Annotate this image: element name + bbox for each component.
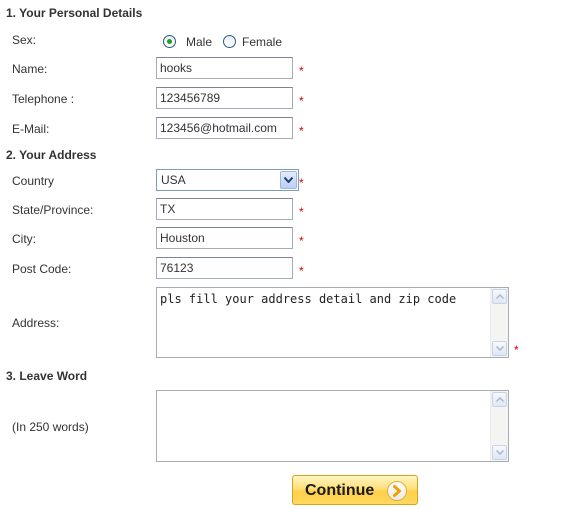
address-textarea-text: pls fill your address detail and zip cod…	[160, 292, 457, 306]
required-asterisk: *	[299, 64, 304, 78]
leave-word-textarea[interactable]	[156, 390, 509, 462]
radio-male[interactable]	[163, 35, 176, 48]
required-asterisk: *	[299, 124, 304, 138]
radio-male-label[interactable]: Male	[186, 35, 212, 49]
section-title-address: 2. Your Address	[6, 148, 97, 162]
required-asterisk: *	[299, 94, 304, 108]
required-asterisk: *	[514, 343, 519, 357]
arrow-right-icon	[387, 481, 407, 501]
scroll-down-icon[interactable]	[492, 445, 507, 460]
scroll-up-icon[interactable]	[492, 392, 507, 407]
post-code-label: Post Code:	[12, 262, 72, 276]
city-input[interactable]	[156, 227, 293, 249]
state-input[interactable]	[156, 198, 293, 220]
country-label: Country	[12, 174, 55, 188]
email-input[interactable]	[156, 117, 293, 139]
radio-female[interactable]	[223, 35, 236, 48]
name-input[interactable]	[156, 57, 293, 79]
telephone-input[interactable]	[156, 87, 293, 109]
post-code-input[interactable]	[156, 257, 293, 279]
leave-word-scrollbar[interactable]	[490, 391, 508, 461]
section-title-leave-word: 3. Leave Word	[6, 369, 88, 383]
address-textarea[interactable]: pls fill your address detail and zip cod…	[156, 287, 509, 358]
radio-selected-dot	[167, 39, 172, 44]
leave-word-hint: (In 250 words)	[12, 420, 89, 434]
email-label: E-Mail:	[12, 122, 50, 136]
scroll-up-icon[interactable]	[492, 289, 507, 304]
required-asterisk: *	[299, 234, 304, 248]
name-label: Name:	[12, 62, 48, 76]
required-asterisk: *	[299, 264, 304, 278]
state-label: State/Province:	[12, 203, 94, 217]
radio-female-label[interactable]: Female	[242, 35, 282, 49]
telephone-label: Telephone :	[12, 92, 75, 106]
chevron-down-icon[interactable]	[280, 171, 297, 189]
country-select[interactable]: USA	[156, 169, 299, 191]
scroll-down-icon[interactable]	[492, 341, 507, 356]
continue-button[interactable]: Continue	[292, 475, 418, 505]
continue-button-label: Continue	[305, 482, 375, 499]
required-asterisk: *	[299, 176, 304, 190]
required-asterisk: *	[299, 205, 304, 219]
city-label: City:	[12, 232, 36, 246]
sex-label: Sex:	[12, 33, 37, 47]
country-select-value: USA	[161, 173, 186, 187]
address-label: Address:	[12, 316, 60, 330]
address-scrollbar[interactable]	[490, 288, 508, 357]
section-title-personal-details: 1. Your Personal Details	[6, 6, 143, 20]
